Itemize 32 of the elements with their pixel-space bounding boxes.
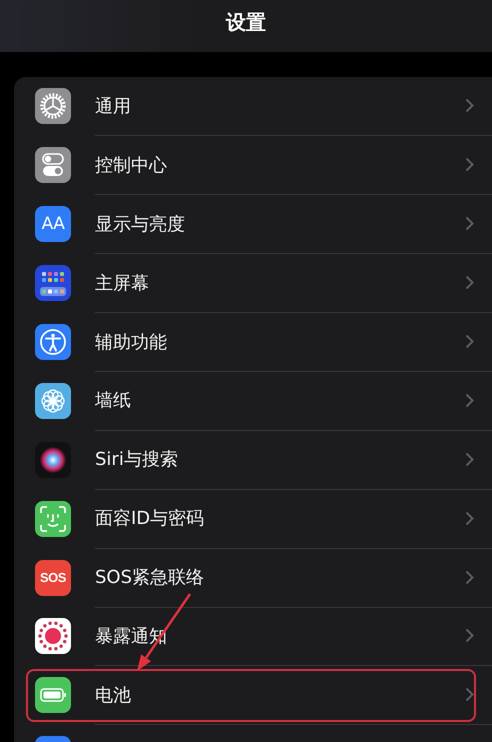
chevron-icon — [465, 275, 474, 290]
settings-item[interactable]: Siri与搜索 — [95, 447, 465, 472]
settings-item[interactable]: 面容ID与密码 — [95, 506, 465, 530]
settings-item[interactable]: 显示与亮度 — [95, 212, 465, 236]
settings-item[interactable]: 主屏幕 — [95, 270, 465, 295]
settings-item[interactable]: 电池 — [95, 682, 465, 707]
orb-icon — [35, 442, 71, 478]
chevron-icon — [465, 157, 474, 172]
flower-icon — [35, 382, 71, 419]
chevron-icon — [465, 98, 474, 114]
chevron-icon — [465, 452, 474, 467]
chevron-icon — [465, 687, 474, 702]
chevron-icon — [465, 628, 474, 644]
app-grid-icon — [35, 265, 71, 302]
letters-icon: AA — [35, 206, 71, 242]
battery-icon — [35, 677, 71, 714]
letters-icon: SOS — [35, 560, 71, 596]
face-frame-icon — [35, 500, 71, 537]
chevron-icon — [465, 216, 474, 232]
settings-item[interactable]: 墙纸 — [95, 388, 465, 412]
settings-item[interactable]: 辅助功能 — [95, 330, 465, 354]
toggle-switches-icon — [35, 147, 71, 184]
chevron-icon — [465, 392, 474, 408]
settings-icon — [35, 88, 71, 124]
settings-item[interactable]: 通用 — [95, 94, 465, 118]
chevron-icon — [465, 334, 474, 349]
settings-item[interactable]: SOS紧急联络 — [95, 565, 465, 590]
page-title: 设置 — [226, 8, 266, 36]
dot-ring-icon — [35, 618, 71, 654]
settings-item[interactable]: 控制中心 — [95, 152, 465, 177]
chevron-icon — [465, 510, 474, 526]
chevron-icon — [465, 570, 474, 585]
